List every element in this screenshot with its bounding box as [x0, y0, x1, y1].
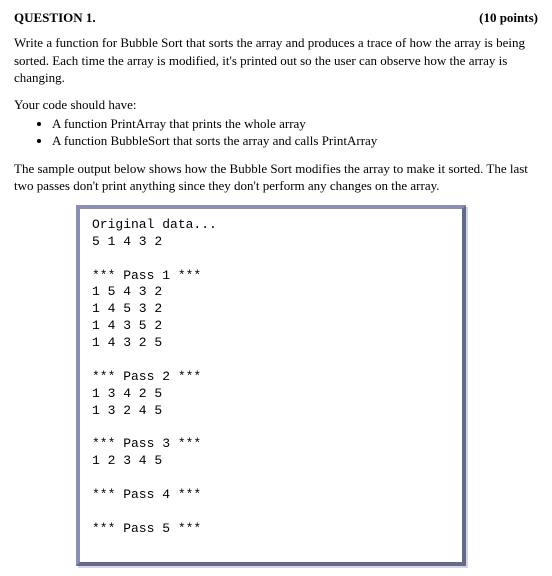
sample-intro-paragraph: The sample output below shows how the Bu… — [14, 160, 538, 195]
intro-paragraph: Write a function for Bubble Sort that so… — [14, 34, 538, 87]
requirements-intro: Your code should have: — [14, 97, 538, 113]
question-header: QUESTION 1. (10 points) — [14, 10, 538, 26]
output-box-wrapper: Original data... 5 1 4 3 2 *** Pass 1 **… — [76, 205, 466, 566]
question-points: (10 points) — [479, 10, 538, 26]
requirements-list: A function PrintArray that prints the wh… — [14, 115, 538, 150]
sample-output-box: Original data... 5 1 4 3 2 *** Pass 1 **… — [76, 205, 466, 566]
question-title: QUESTION 1. — [14, 10, 96, 26]
requirement-item: A function PrintArray that prints the wh… — [52, 115, 538, 133]
requirement-item: A function BubbleSort that sorts the arr… — [52, 132, 538, 150]
